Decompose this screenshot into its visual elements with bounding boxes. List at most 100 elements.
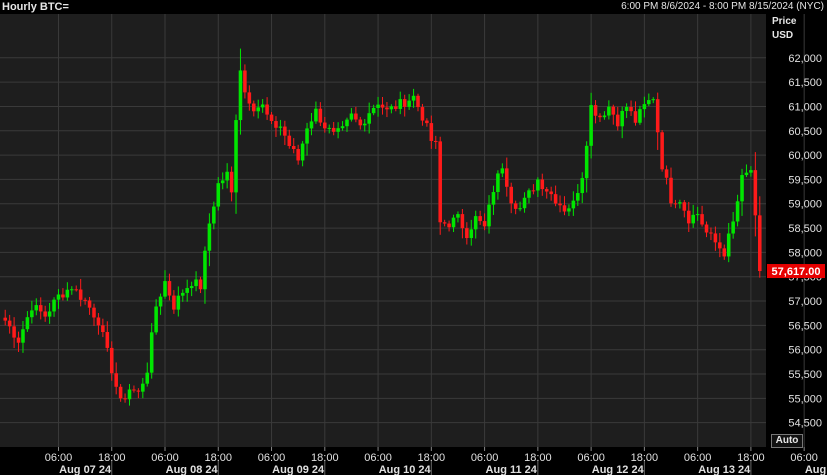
candle-body [296, 149, 300, 161]
candle-body [442, 222, 447, 224]
candle-body [163, 281, 167, 297]
date-tick-label: Aug 09 24 [272, 464, 325, 475]
candle-body [669, 177, 673, 204]
time-tick-labels: 06:00 18:00 06:00 18:00 06:00 18:00 06:00 18:00… [45, 447, 827, 475]
candle-body [154, 306, 158, 333]
candle-body [695, 214, 700, 216]
candle-body [243, 70, 247, 93]
auto-scale-button[interactable]: Auto [771, 434, 803, 448]
candle-body [260, 104, 265, 108]
candle-body [571, 200, 576, 209]
candle-body [105, 332, 110, 348]
candle-body [220, 180, 225, 184]
candle-body [651, 99, 656, 101]
candle-body [380, 104, 385, 108]
candle-body [38, 305, 43, 312]
candle-body [438, 141, 442, 223]
price-tick-label: 57,000 [788, 296, 822, 308]
candle-body [678, 202, 682, 204]
candle-body [362, 123, 367, 126]
candle-body [567, 208, 571, 212]
candle-body [225, 171, 229, 181]
candle-body [420, 107, 425, 121]
date-tick-label: Aug 11 24 [486, 464, 538, 475]
candle-body [416, 95, 420, 108]
price-tick-label: 61,000 [788, 101, 822, 113]
candle-body [52, 299, 56, 312]
candle-body [74, 289, 79, 291]
grid-lines [0, 14, 805, 447]
candle-body [540, 179, 545, 190]
candle-body [198, 279, 203, 290]
price-tick-label: 55,000 [788, 393, 822, 405]
candle-body [655, 99, 660, 133]
time-tick-label: 06:00 [258, 452, 286, 464]
candle-body [87, 300, 92, 308]
candle-body [433, 140, 438, 142]
candle-body [283, 126, 287, 136]
candle-body [642, 104, 647, 110]
candle-body [176, 295, 181, 310]
candle-body [70, 289, 74, 291]
candle-body [691, 214, 695, 224]
candle-body [718, 242, 722, 249]
candle-body [460, 214, 465, 229]
candle-body [518, 208, 522, 210]
candle-body [620, 110, 624, 127]
date-tick-label: Aug 08 24 [166, 464, 219, 475]
candle-body [482, 221, 487, 227]
candle-body [149, 332, 154, 373]
price-tick-label: 60,000 [788, 150, 822, 162]
price-tick-label: 56,000 [788, 345, 822, 357]
candle-body [758, 215, 762, 272]
candle-body [580, 178, 585, 194]
candle-body [101, 325, 105, 333]
candle-body [354, 113, 358, 120]
candle-body [544, 189, 549, 192]
candle-body [709, 232, 713, 234]
candle-body [189, 286, 194, 289]
last-price-marker: 57,617.00 [767, 264, 825, 279]
candle-body [731, 221, 735, 234]
candle-body [451, 217, 456, 228]
candle-body [274, 121, 278, 128]
date-tick-label: Aug 14 24 [805, 464, 827, 475]
candle-body [7, 320, 12, 327]
candle-body [167, 281, 172, 296]
candle-body [358, 119, 363, 126]
date-tick-label: Aug 12 24 [592, 464, 645, 475]
price-tick-label: 62,000 [788, 53, 822, 65]
candle-body [398, 99, 403, 109]
candlestick-chart: 54,50055,00055,50056,00056,50057,00057,5… [0, 14, 827, 475]
candle-body [611, 106, 616, 115]
candle-body [682, 202, 687, 211]
candle-body [234, 120, 238, 193]
candle-body [3, 317, 7, 321]
candle-body [402, 99, 407, 107]
candle-body [385, 107, 389, 110]
candle-body [252, 103, 256, 112]
candle-body [349, 113, 354, 120]
candle-body [425, 120, 429, 124]
candle-body [700, 214, 704, 225]
candle-body [558, 203, 562, 206]
candle-body [487, 204, 491, 227]
date-tick-label: Aug 07 24 [59, 464, 112, 475]
price-tick-label: 56,500 [788, 320, 822, 332]
candle-body [394, 106, 398, 109]
candle-body [615, 114, 620, 127]
candle-body [265, 104, 269, 115]
candle-body [287, 135, 292, 147]
candle-body [25, 317, 30, 330]
candle-body [722, 248, 727, 257]
last-price-label: 57,617.00 [772, 266, 821, 278]
candle-body [673, 203, 678, 205]
candle-body [744, 172, 749, 176]
candle-body [509, 186, 513, 204]
candle-body [65, 289, 70, 298]
time-tick-label: 06:00 [364, 452, 392, 464]
candle-body [78, 289, 83, 300]
candle-body [269, 114, 274, 122]
candle-body [207, 223, 212, 251]
candle-body [314, 108, 318, 122]
